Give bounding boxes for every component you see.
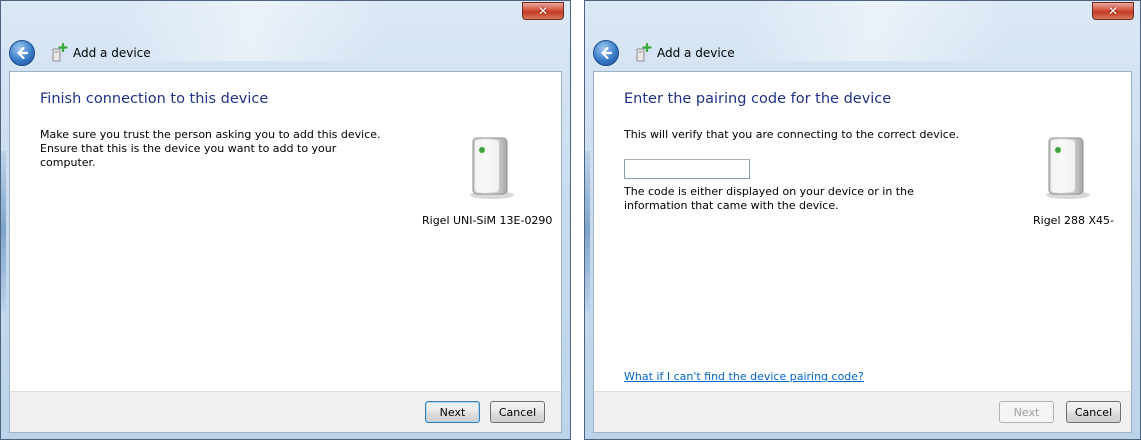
device-tower-icon (1046, 137, 1090, 199)
add-device-window-finish: ✕ Add a device Finish connection to this… (0, 0, 571, 440)
pairing-code-help-link[interactable]: What if I can't find the device pairing … (624, 370, 864, 383)
frame-edge (1, 151, 6, 311)
back-arrow-icon (601, 46, 613, 60)
wizard-nav-bar: Add a device (9, 36, 151, 70)
window-title: Add a device (657, 46, 735, 60)
wizard-footer: Next Cancel (593, 391, 1132, 433)
wizard-content: Enter the pairing code for the device Th… (593, 71, 1132, 393)
title-bar-glass (745, 1, 1005, 61)
close-icon: ✕ (1107, 4, 1119, 18)
title-bar-glass (121, 1, 381, 61)
page-heading: Finish connection to this device (40, 91, 269, 107)
device-name: Rigel 288 X45- (1033, 214, 1114, 227)
add-device-window-pairing: ✕ Add a device Enter the pairing code fo… (584, 0, 1141, 440)
add-device-icon (52, 43, 68, 62)
close-button[interactable]: ✕ (1092, 2, 1134, 20)
device-name: Rigel UNI-SiM 13E-0290 (422, 214, 553, 227)
back-arrow-icon (17, 46, 29, 60)
cancel-button[interactable]: Cancel (1066, 401, 1121, 423)
pairing-code-input[interactable] (624, 159, 750, 179)
frame-edge (585, 151, 590, 311)
wizard-content: Finish connection to this device Make su… (9, 71, 562, 393)
wizard-nav-bar: Add a device (593, 36, 735, 70)
back-button[interactable] (593, 40, 619, 66)
hint-text: The code is either displayed on your dev… (624, 185, 914, 212)
cancel-button[interactable]: Cancel (490, 401, 545, 423)
wizard-footer: Next Cancel (9, 391, 562, 433)
back-button[interactable] (9, 40, 35, 66)
window-title: Add a device (73, 46, 151, 60)
device-tower-icon (470, 137, 514, 199)
add-device-icon (636, 43, 652, 62)
close-button[interactable]: ✕ (522, 2, 564, 20)
close-icon: ✕ (537, 4, 549, 18)
next-button[interactable]: Next (425, 401, 480, 423)
instruction-text: Make sure you trust the person asking yo… (40, 128, 381, 169)
next-button[interactable]: Next (999, 401, 1054, 423)
instruction-text: This will verify that you are connecting… (624, 128, 960, 141)
page-heading: Enter the pairing code for the device (624, 91, 892, 107)
